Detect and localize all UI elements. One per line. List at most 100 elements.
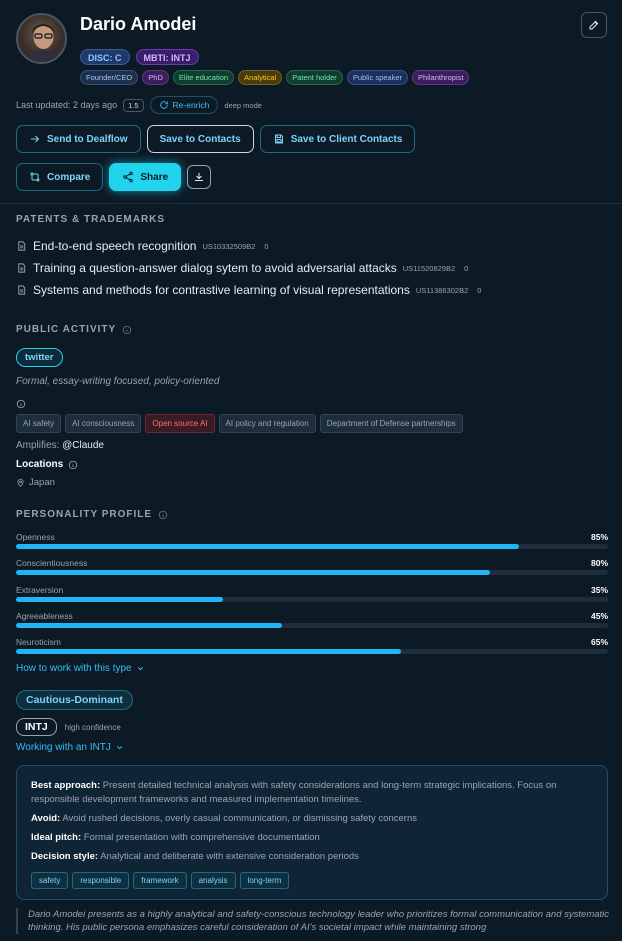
topic-tag: Department of Defense partnerships [319, 414, 463, 433]
mbti-badge: MBTI: INTJ [135, 49, 199, 65]
communication-style: Formal, essay-writing focused, policy-or… [16, 376, 220, 387]
edit-button[interactable] [581, 12, 607, 38]
document-icon [18, 241, 26, 251]
patent-code: US11386302B2 [415, 285, 469, 295]
share-icon [123, 171, 134, 183]
topic-tag: AI policy and regulation [218, 414, 316, 433]
document-icon [18, 263, 26, 273]
platform-pill-twitter[interactable]: twitter [16, 348, 63, 367]
keyword-tag: analysis [190, 872, 236, 889]
save-to-client-contacts-button[interactable]: Save to Client Contacts [259, 125, 416, 153]
patent-title: Systems and methods for contrastive lear… [33, 283, 410, 297]
info-icon[interactable] [68, 460, 78, 470]
trait-agreeableness: Agreeableness 45% [16, 611, 608, 628]
locations-title: Locations [16, 459, 78, 470]
save-to-contacts-label: Save to Contacts [159, 133, 241, 145]
compare-button[interactable]: Compare [16, 163, 104, 191]
working-with-label: Working with an INTJ [16, 742, 111, 753]
topic-list: AI safety AI consciousness Open source A… [16, 414, 463, 433]
amplifies: Amplifies: @Claude [16, 440, 104, 451]
decision-style-label: Decision style: [31, 851, 99, 862]
ideal-pitch-label: Ideal pitch: [31, 832, 82, 843]
trait-extraversion: Extraversion 35% [16, 585, 608, 602]
profile-tag: Public speaker [346, 70, 409, 85]
compare-label: Compare [47, 171, 91, 183]
profile-header: Dario Amodei DISC: C MBTI: INTJ Founder/… [0, 0, 622, 197]
amplifies-handle[interactable]: @Claude [62, 440, 104, 451]
download-button[interactable] [187, 165, 212, 189]
working-with-toggle[interactable]: Working with an INTJ [16, 742, 124, 753]
reenrich-button[interactable]: Re-enrich [149, 96, 219, 114]
trait-bar-fill [16, 623, 283, 628]
how-to-work-toggle[interactable]: How to work with this type [16, 663, 145, 674]
trait-percent: 80% [590, 558, 608, 568]
download-icon [195, 173, 204, 181]
mbti-type-badge: INTJ [16, 718, 57, 736]
compare-icon [30, 172, 40, 182]
trait-percent: 35% [590, 585, 608, 595]
trait-label: Neuroticism [16, 637, 61, 647]
arrow-right-icon [31, 135, 40, 143]
patent-citation-count: 0 [264, 241, 269, 251]
profile-tag: Analytical [238, 70, 283, 85]
trait-bar-track [16, 597, 608, 602]
trait-bar-track [16, 623, 608, 628]
avatar [16, 13, 67, 64]
location-item: Japan [16, 477, 55, 488]
best-approach-text: Present detailed technical analysis with… [31, 780, 557, 805]
disc-style-badge: Cautious-Dominant [16, 690, 133, 710]
reenrich-label: Re-enrich [172, 100, 210, 110]
save-icon [274, 134, 283, 144]
how-to-work-label: How to work with this type [16, 663, 132, 674]
patent-title: Training a question-answer dialog sytem … [33, 261, 397, 275]
trait-conscientiousness: Conscientiousness 80% [16, 558, 608, 575]
deep-mode-label: deep mode [224, 100, 262, 110]
patent-title: End-to-end speech recognition [33, 239, 197, 253]
location-value: Japan [29, 477, 55, 488]
trait-bar-track [16, 649, 608, 654]
trait-openness: Openness 85% [16, 532, 608, 549]
trait-label: Openness [16, 532, 55, 542]
patent-code: US11520829B2 [402, 263, 456, 273]
trait-label: Extraversion [16, 585, 64, 595]
send-to-dealflow-button[interactable]: Send to Dealflow [16, 125, 141, 153]
amplifies-label: Amplifies: [16, 440, 60, 451]
best-approach: Best approach: Present detailed technica… [31, 779, 593, 807]
disc-badge: DISC: C [80, 49, 130, 65]
info-icon[interactable] [158, 510, 168, 520]
share-button[interactable]: Share [109, 163, 182, 191]
locations-label: Locations [16, 459, 64, 470]
trait-neuroticism: Neuroticism 65% [16, 637, 608, 654]
info-icon[interactable] [16, 399, 26, 409]
save-to-contacts-button[interactable]: Save to Contacts [146, 125, 254, 153]
chevron-down-icon [116, 746, 122, 750]
profile-tag: Patent holder [286, 70, 343, 85]
info-icon[interactable] [122, 325, 132, 335]
trait-bar-fill [16, 544, 520, 549]
trait-label: Conscientiousness [16, 558, 88, 568]
patent-code: US10332509B2 [202, 241, 256, 251]
patent-item[interactable]: Training a question-answer dialog sytem … [16, 261, 468, 275]
profile-name: Dario Amodei [80, 14, 197, 34]
share-label: Share [140, 171, 169, 183]
document-icon [18, 285, 26, 295]
keyword-tag: framework [133, 872, 187, 889]
decision-style: Decision style: Analytical and deliberat… [31, 850, 593, 864]
trait-percent: 45% [590, 611, 608, 621]
profile-tag: Philanthropist [412, 70, 470, 85]
patents-title-text: PATENTS & TRADEMARKS [16, 214, 166, 225]
ideal-pitch: Ideal pitch: Formal presentation with co… [31, 831, 593, 845]
trait-bar-fill [16, 570, 490, 575]
patent-item[interactable]: Systems and methods for contrastive lear… [16, 283, 481, 297]
patent-item[interactable]: End-to-end speech recognition US10332509… [16, 239, 269, 253]
keyword-tag: long-term [239, 872, 290, 889]
map-pin-icon [17, 478, 24, 487]
trait-bar-fill [16, 597, 224, 602]
send-to-dealflow-label: Send to Dealflow [47, 133, 128, 145]
working-guide-card: Best approach: Present detailed technica… [16, 765, 608, 900]
avoid-text: Avoid rushed decisions, overly casual co… [62, 813, 417, 824]
patent-citation-count: 0 [477, 285, 482, 295]
topic-tag: AI consciousness [65, 414, 142, 433]
section-divider [0, 203, 622, 204]
profile-tag: Founder/CEO [80, 70, 139, 85]
